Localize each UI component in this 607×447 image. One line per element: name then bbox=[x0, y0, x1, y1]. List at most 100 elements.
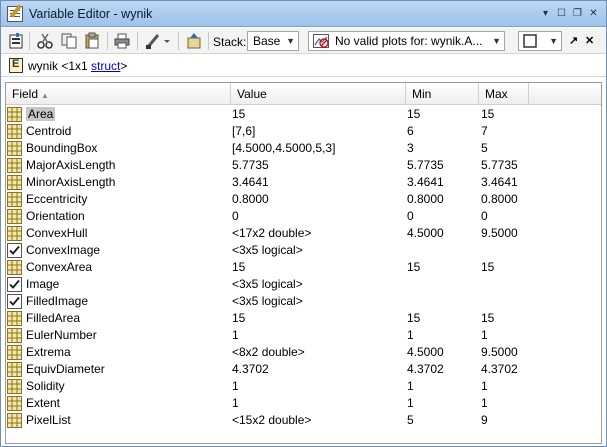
cell-min[interactable] bbox=[407, 293, 477, 310]
table-row[interactable]: EquivDiameter 4.3702 4.3702 4.3702 bbox=[6, 361, 601, 378]
cell-value[interactable]: 15 bbox=[232, 259, 406, 276]
cell-min[interactable]: 1 bbox=[407, 395, 477, 412]
cell-min[interactable]: 6 bbox=[407, 123, 477, 140]
struct-type-link[interactable]: struct bbox=[91, 59, 120, 73]
cell-value[interactable]: <17x2 double> bbox=[232, 225, 406, 242]
cell-max[interactable]: 9.5000 bbox=[481, 344, 551, 361]
table-row[interactable]: Eccentricity 0.8000 0.8000 0.8000 bbox=[6, 191, 601, 208]
cell-min[interactable]: 3 bbox=[407, 140, 477, 157]
table-row[interactable]: ConvexArea 15 15 15 bbox=[6, 259, 601, 276]
cell-max[interactable]: 5 bbox=[481, 140, 551, 157]
cell-field[interactable]: FilledArea bbox=[26, 310, 231, 327]
cell-field[interactable]: Centroid bbox=[26, 123, 231, 140]
cell-value[interactable]: 1 bbox=[232, 327, 406, 344]
cell-field[interactable]: EquivDiameter bbox=[26, 361, 231, 378]
cell-value[interactable]: 0 bbox=[232, 208, 406, 225]
cell-min[interactable]: 0 bbox=[407, 208, 477, 225]
cell-min[interactable]: 0.8000 bbox=[407, 191, 477, 208]
table-row[interactable]: ConvexHull <17x2 double> 4.5000 9.5000 bbox=[6, 225, 601, 242]
cell-value[interactable]: 0.8000 bbox=[232, 191, 406, 208]
cell-min[interactable] bbox=[407, 242, 477, 259]
table-row[interactable]: Image <3x5 logical> bbox=[6, 276, 601, 293]
cell-field[interactable]: MinorAxisLength bbox=[26, 174, 231, 191]
layout-select[interactable]: ▼ bbox=[518, 31, 562, 51]
stack-select[interactable]: Base ▼ bbox=[247, 31, 299, 51]
cell-field[interactable]: Eccentricity bbox=[26, 191, 231, 208]
table-row[interactable]: EulerNumber 1 1 1 bbox=[6, 327, 601, 344]
new-variable-icon[interactable] bbox=[7, 32, 25, 50]
plot-selector[interactable]: No valid plots for: wynik.A... ▼ bbox=[308, 31, 505, 51]
cell-value[interactable]: 5.7735 bbox=[232, 157, 406, 174]
cell-max[interactable]: 7 bbox=[481, 123, 551, 140]
cell-min[interactable]: 5 bbox=[407, 412, 477, 429]
cell-field[interactable]: Area bbox=[26, 106, 231, 123]
cell-field[interactable]: Extrema bbox=[26, 344, 231, 361]
cell-max[interactable]: 0 bbox=[481, 208, 551, 225]
cell-max[interactable]: 4.3702 bbox=[481, 361, 551, 378]
cell-max[interactable]: 0.8000 bbox=[481, 191, 551, 208]
paste-icon[interactable] bbox=[83, 32, 101, 50]
cell-min[interactable] bbox=[407, 276, 477, 293]
cell-max[interactable]: 9.5000 bbox=[481, 225, 551, 242]
cell-field[interactable]: ConvexImage bbox=[26, 242, 231, 259]
cell-min[interactable]: 1 bbox=[407, 327, 477, 344]
cell-min[interactable]: 15 bbox=[407, 106, 477, 123]
cell-field[interactable]: BoundingBox bbox=[26, 140, 231, 157]
cell-value[interactable]: [4.5000,4.5000,5,3] bbox=[232, 140, 406, 157]
cell-min[interactable]: 4.5000 bbox=[407, 225, 477, 242]
table-row[interactable]: MajorAxisLength 5.7735 5.7735 5.7735 bbox=[6, 157, 601, 174]
cell-value[interactable]: 15 bbox=[232, 106, 406, 123]
table-row[interactable]: Area 15 15 15 bbox=[6, 106, 601, 123]
undock-icon[interactable]: ↗ bbox=[569, 34, 578, 47]
cell-field[interactable]: Orientation bbox=[26, 208, 231, 225]
cell-max[interactable]: 15 bbox=[481, 259, 551, 276]
up-level-icon[interactable] bbox=[185, 32, 203, 50]
table-row[interactable]: FilledImage <3x5 logical> bbox=[6, 293, 601, 310]
cell-field[interactable]: Extent bbox=[26, 395, 231, 412]
table-row[interactable]: ConvexImage <3x5 logical> bbox=[6, 242, 601, 259]
table-row[interactable]: Extent 1 1 1 bbox=[6, 395, 601, 412]
cell-value[interactable]: <3x5 logical> bbox=[232, 293, 406, 310]
column-header-max[interactable]: Max bbox=[479, 83, 529, 105]
cell-max[interactable]: 15 bbox=[481, 106, 551, 123]
table-row[interactable]: Centroid [7,6] 6 7 bbox=[6, 123, 601, 140]
cell-max[interactable]: 5.7735 bbox=[481, 157, 551, 174]
table-row[interactable]: Orientation 0 0 0 bbox=[6, 208, 601, 225]
cell-value[interactable]: 4.3702 bbox=[232, 361, 406, 378]
cell-field[interactable]: Image bbox=[26, 276, 231, 293]
brush-dropdown-chevron-icon[interactable] bbox=[162, 32, 172, 50]
cell-field[interactable]: MajorAxisLength bbox=[26, 157, 231, 174]
table-row[interactable]: Extrema <8x2 double> 4.5000 9.5000 bbox=[6, 344, 601, 361]
table-row[interactable]: Solidity 1 1 1 bbox=[6, 378, 601, 395]
title-bar[interactable]: Variable Editor - wynik ▾ ☐ ❐ ✕ bbox=[1, 1, 606, 27]
cell-max[interactable]: 1 bbox=[481, 395, 551, 412]
cell-field[interactable]: ConvexHull bbox=[26, 225, 231, 242]
cell-max[interactable]: 1 bbox=[481, 327, 551, 344]
cell-min[interactable]: 15 bbox=[407, 259, 477, 276]
cell-field[interactable]: FilledImage bbox=[26, 293, 231, 310]
copy-icon[interactable] bbox=[60, 32, 78, 50]
cell-value[interactable]: 15 bbox=[232, 310, 406, 327]
cell-field[interactable]: ConvexArea bbox=[26, 259, 231, 276]
cell-max[interactable] bbox=[481, 276, 551, 293]
cell-min[interactable]: 3.4641 bbox=[407, 174, 477, 191]
cell-value[interactable]: 1 bbox=[232, 378, 406, 395]
cell-min[interactable]: 5.7735 bbox=[407, 157, 477, 174]
cell-max[interactable]: 1 bbox=[481, 378, 551, 395]
cell-min[interactable]: 4.5000 bbox=[407, 344, 477, 361]
column-header-value[interactable]: Value bbox=[231, 83, 406, 105]
cell-field[interactable]: EulerNumber bbox=[26, 327, 231, 344]
close-editor-icon[interactable]: ✕ bbox=[585, 34, 594, 47]
menu-chevron-icon[interactable]: ▾ bbox=[539, 7, 552, 20]
maximize-button[interactable]: ❐ bbox=[571, 7, 584, 20]
table-row[interactable]: FilledArea 15 15 15 bbox=[6, 310, 601, 327]
column-header-min[interactable]: Min bbox=[406, 83, 479, 105]
cell-min[interactable]: 4.3702 bbox=[407, 361, 477, 378]
cell-value[interactable]: [7,6] bbox=[232, 123, 406, 140]
cell-field[interactable]: PixelList bbox=[26, 412, 231, 429]
cut-icon[interactable] bbox=[36, 32, 54, 50]
table-row[interactable]: MinorAxisLength 3.4641 3.4641 3.4641 bbox=[6, 174, 601, 191]
cell-max[interactable]: 9 bbox=[481, 412, 551, 429]
table-row[interactable]: BoundingBox [4.5000,4.5000,5,3] 3 5 bbox=[6, 140, 601, 157]
cell-value[interactable]: <15x2 double> bbox=[232, 412, 406, 429]
